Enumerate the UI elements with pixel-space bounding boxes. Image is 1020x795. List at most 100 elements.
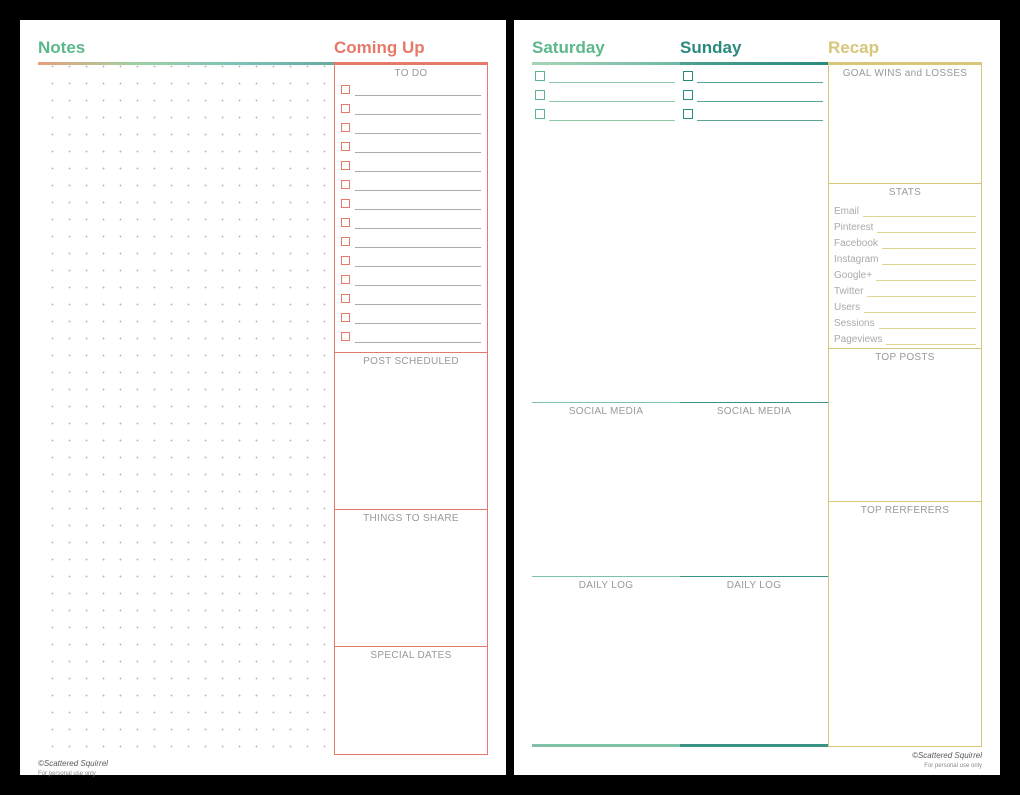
todo-line[interactable] <box>355 139 481 153</box>
stats-label: STATS <box>829 184 981 201</box>
day-line[interactable] <box>697 108 823 121</box>
todo-line[interactable] <box>355 82 481 96</box>
stat-line[interactable] <box>863 206 976 217</box>
top-referrers-label: TOP RERFERERS <box>829 502 981 519</box>
checkbox-icon[interactable] <box>341 256 350 265</box>
todo-line[interactable] <box>355 310 481 324</box>
todo-row <box>341 139 481 153</box>
checkbox-icon[interactable] <box>535 71 545 81</box>
checkbox-icon[interactable] <box>341 218 350 227</box>
footer-brand: ©Scattered Squirrel <box>912 751 982 760</box>
todo-label: TO DO <box>335 65 487 82</box>
top-posts-box[interactable]: TOP POSTS <box>829 348 981 501</box>
day-line[interactable] <box>697 70 823 83</box>
checkbox-icon[interactable] <box>683 109 693 119</box>
stat-line[interactable] <box>877 222 976 233</box>
checkbox-icon[interactable] <box>341 142 350 151</box>
post-scheduled-label: POST SCHEDULED <box>335 353 487 370</box>
stat-line[interactable] <box>886 334 976 345</box>
coming-up-column: TO DO POST SCHEDULED THINGS TO SHARE SPE… <box>334 62 488 755</box>
todo-row <box>341 291 481 305</box>
day-check-row <box>535 70 675 83</box>
checkbox-icon[interactable] <box>341 180 350 189</box>
stat-label: Pinterest <box>834 222 873 233</box>
post-scheduled-box[interactable]: POST SCHEDULED <box>335 352 487 509</box>
todo-row <box>341 215 481 229</box>
special-dates-box[interactable]: SPECIAL DATES <box>335 646 487 754</box>
todo-line[interactable] <box>355 291 481 305</box>
notes-column <box>38 62 334 755</box>
todo-row <box>341 82 481 96</box>
stat-label: Users <box>834 302 860 313</box>
things-to-share-box[interactable]: THINGS TO SHARE <box>335 509 487 646</box>
todo-line[interactable] <box>355 215 481 229</box>
stat-line[interactable] <box>867 286 976 297</box>
stat-line[interactable] <box>882 238 976 249</box>
todo-line[interactable] <box>355 158 481 172</box>
saturday-social-box[interactable]: SOCIAL MEDIA <box>532 402 680 577</box>
stat-label: Pageviews <box>834 334 882 345</box>
checkbox-icon[interactable] <box>341 237 350 246</box>
saturday-checklist <box>532 65 680 127</box>
saturday-log-box[interactable]: DAILY LOG <box>532 577 680 747</box>
todo-line[interactable] <box>355 177 481 191</box>
sunday-social-box[interactable]: SOCIAL MEDIA <box>680 402 828 577</box>
checkbox-icon[interactable] <box>341 199 350 208</box>
todo-line[interactable] <box>355 272 481 286</box>
dot-grid[interactable] <box>38 65 334 755</box>
checkbox-icon[interactable] <box>341 313 350 322</box>
todo-list <box>335 82 487 352</box>
todo-row <box>341 196 481 210</box>
checkbox-icon[interactable] <box>535 109 545 119</box>
checkbox-icon[interactable] <box>341 275 350 284</box>
stat-label: Email <box>834 206 859 217</box>
goal-wins-box[interactable]: GOAL WINS and LOSSES <box>829 65 981 183</box>
day-check-row <box>683 108 823 121</box>
stat-line[interactable] <box>879 318 976 329</box>
sunday-log-box[interactable]: DAILY LOG <box>680 577 828 747</box>
todo-line[interactable] <box>355 101 481 115</box>
saturday-title: Saturday <box>532 38 680 58</box>
footer-sub: For personal use only <box>924 763 982 769</box>
day-check-row <box>683 89 823 102</box>
day-line[interactable] <box>549 108 675 121</box>
stat-label: Google+ <box>834 270 872 281</box>
checkbox-icon[interactable] <box>341 332 350 341</box>
todo-line[interactable] <box>355 234 481 248</box>
top-referrers-box[interactable]: TOP RERFERERS <box>829 501 981 746</box>
todo-row <box>341 272 481 286</box>
sunday-column: SOCIAL MEDIA DAILY LOG <box>680 62 828 747</box>
stat-line[interactable] <box>882 254 976 265</box>
checkbox-icon[interactable] <box>683 90 693 100</box>
todo-row <box>341 158 481 172</box>
sunday-social-label: SOCIAL MEDIA <box>680 403 828 420</box>
todo-line[interactable] <box>355 329 481 343</box>
todo-row <box>341 177 481 191</box>
stat-label: Facebook <box>834 238 878 249</box>
checkbox-icon[interactable] <box>341 123 350 132</box>
day-line[interactable] <box>697 89 823 102</box>
footer-left: ©Scattered Squirrel For personal use onl… <box>38 755 488 773</box>
checkbox-icon[interactable] <box>341 161 350 170</box>
checkbox-icon[interactable] <box>341 104 350 113</box>
day-line[interactable] <box>549 89 675 102</box>
stat-line[interactable] <box>876 270 976 281</box>
day-line[interactable] <box>549 70 675 83</box>
todo-line[interactable] <box>355 253 481 267</box>
stat-label: Sessions <box>834 318 875 329</box>
todo-row <box>341 120 481 134</box>
footer-right: ©Scattered Squirrel For personal use onl… <box>532 747 982 765</box>
things-to-share-label: THINGS TO SHARE <box>335 510 487 527</box>
todo-row <box>341 101 481 115</box>
stat-row: Instagram <box>829 254 981 265</box>
todo-line[interactable] <box>355 120 481 134</box>
stat-line[interactable] <box>864 302 976 313</box>
checkbox-icon[interactable] <box>341 294 350 303</box>
sunday-checklist <box>680 65 828 127</box>
checkbox-icon[interactable] <box>535 90 545 100</box>
saturday-social-label: SOCIAL MEDIA <box>532 403 680 420</box>
special-dates-label: SPECIAL DATES <box>335 647 487 664</box>
checkbox-icon[interactable] <box>341 85 350 94</box>
checkbox-icon[interactable] <box>683 71 693 81</box>
todo-line[interactable] <box>355 196 481 210</box>
